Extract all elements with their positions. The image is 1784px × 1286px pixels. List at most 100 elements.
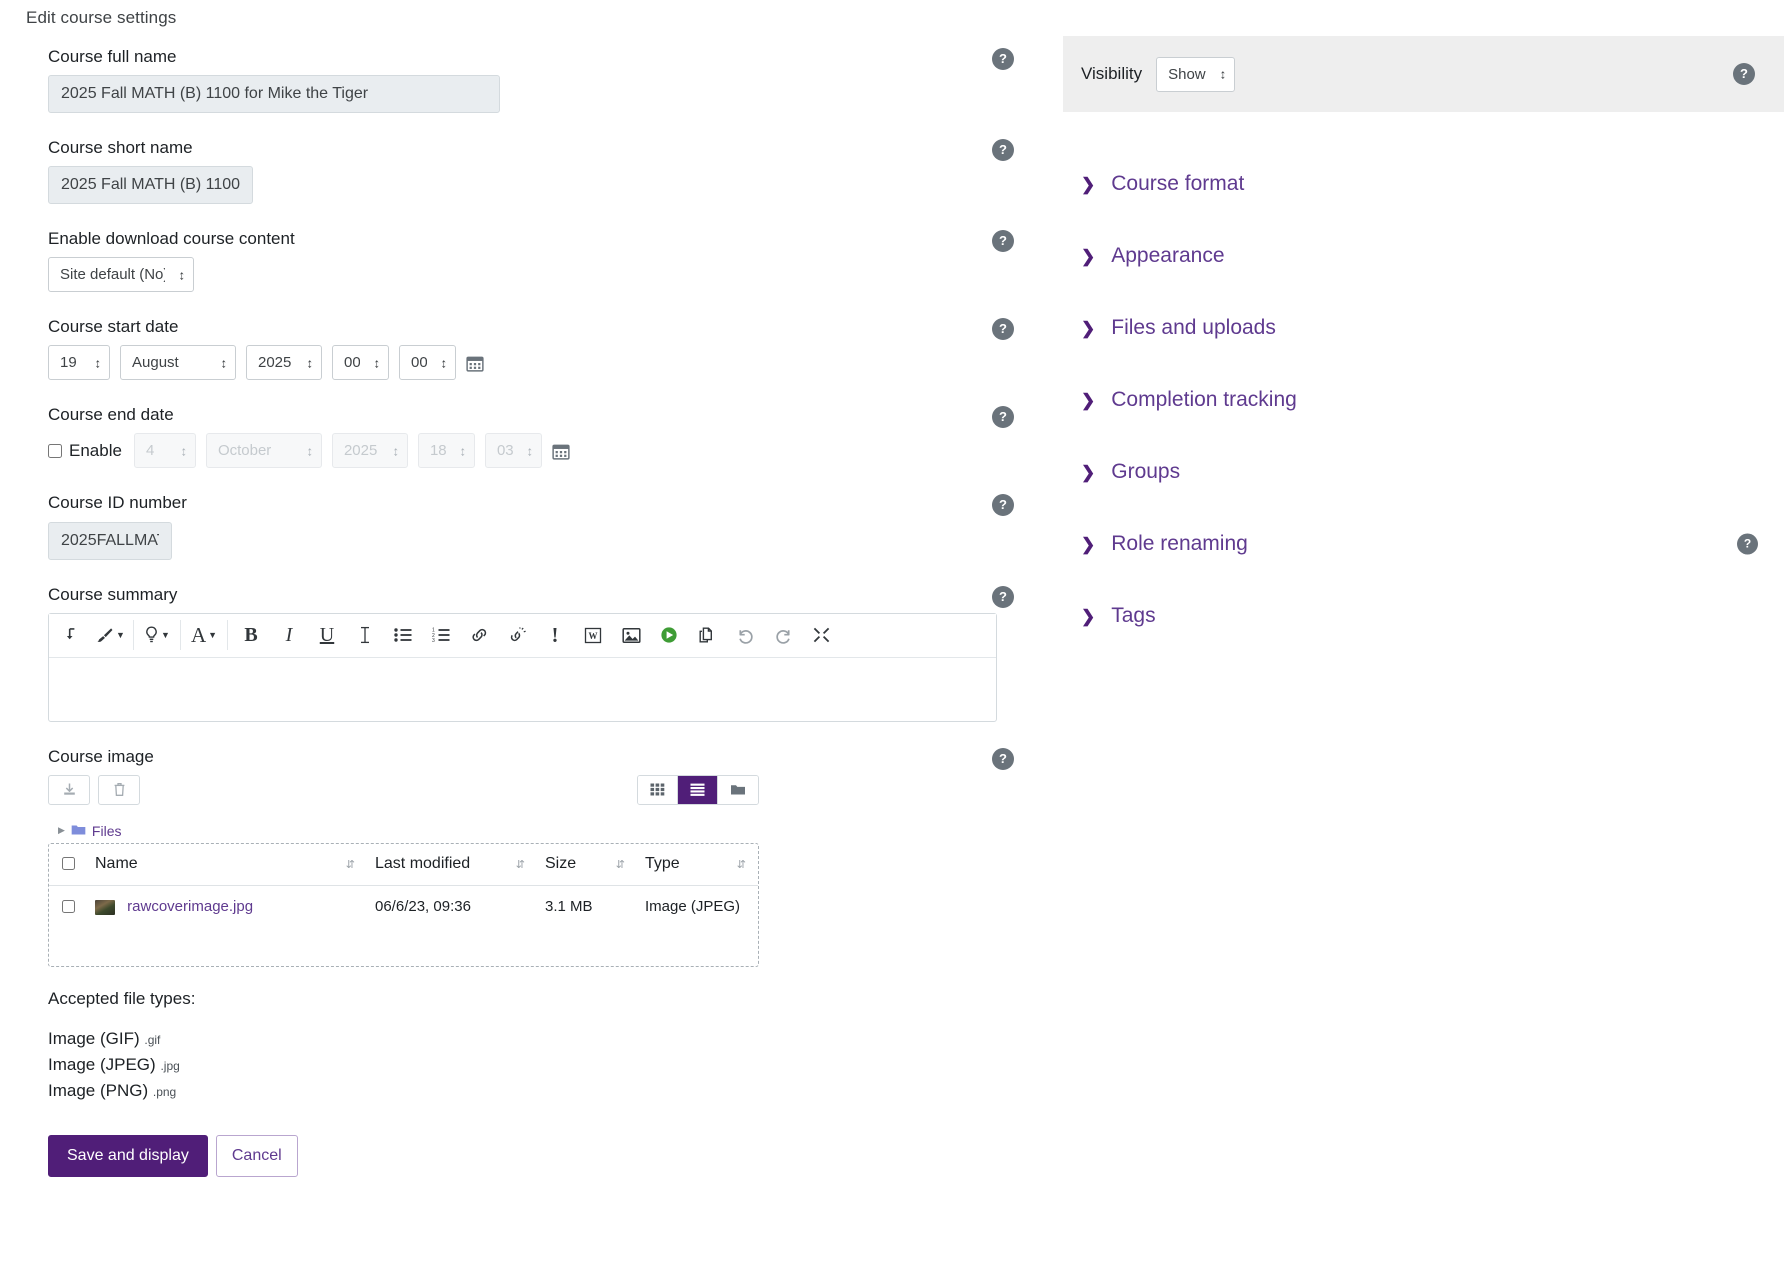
cancel-button[interactable]: Cancel: [215, 1134, 298, 1177]
sort-icon-last-modified[interactable]: ⇵: [516, 858, 525, 871]
sidebar-item-completion-tracking[interactable]: ❯ Completion tracking: [1063, 364, 1784, 436]
course-id-number-input[interactable]: [48, 521, 172, 560]
sort-icon-name[interactable]: ⇵: [346, 858, 355, 871]
end-date-month-select[interactable]: October: [205, 433, 322, 469]
column-header-last-modified[interactable]: Last modified ⇵: [367, 843, 537, 886]
unlink-icon[interactable]: [498, 614, 536, 656]
numbered-list-icon[interactable]: 1 2 3: [422, 614, 460, 656]
insert-media-icon[interactable]: [650, 614, 688, 656]
column-header-size[interactable]: Size ⇵: [537, 843, 637, 886]
column-header-type[interactable]: Type ⇵: [637, 843, 758, 886]
course-summary-label: Course summary: [48, 584, 178, 604]
svg-text:W: W: [589, 631, 598, 641]
breadcrumb-label[interactable]: Files: [92, 823, 122, 839]
sidebar-item-appearance[interactable]: ❯ Appearance: [1063, 220, 1784, 292]
sidebar-item-course-format[interactable]: ❯ Course format: [1063, 148, 1784, 220]
clear-formatting-icon[interactable]: [346, 614, 384, 656]
select-all-checkbox[interactable]: [62, 856, 75, 870]
end-date-day-select[interactable]: 4: [133, 433, 196, 469]
end-date-minute-select[interactable]: 03: [484, 433, 542, 469]
accepted-file-types-title: Accepted file types:: [48, 988, 196, 1008]
help-icon-role-renaming[interactable]: ?: [1737, 533, 1758, 555]
course-full-name-input[interactable]: [48, 75, 500, 114]
manage-files-icon[interactable]: [688, 614, 726, 656]
chevron-right-icon-role-renaming: ❯: [1081, 534, 1096, 554]
important-icon[interactable]: !: [536, 614, 574, 656]
download-course-content-select-wrap: Site default (No): [48, 257, 194, 293]
sidebar-item-files-and-uploads[interactable]: ❯ Files and uploads: [1063, 292, 1784, 364]
chevron-right-icon-tags: ❯: [1081, 606, 1096, 626]
redo-icon[interactable]: [764, 614, 802, 656]
field-course-id-number: Course ID number ?: [0, 492, 1060, 560]
insert-image-icon[interactable]: [612, 614, 650, 656]
fullscreen-icon[interactable]: [802, 614, 840, 656]
font-style-icon[interactable]: A ▼: [185, 614, 223, 656]
sidebar-item-tags[interactable]: ❯ Tags: [1063, 580, 1784, 652]
list-view-button[interactable]: [678, 775, 718, 804]
filemanager-breadcrumb[interactable]: ▶ Files: [48, 823, 1060, 839]
italic-icon[interactable]: I: [270, 614, 308, 656]
visibility-select-wrap: Show: [1156, 56, 1236, 92]
course-short-name-label: Course short name: [48, 138, 193, 158]
course-settings-form: Course full name ? Course short name ? E…: [0, 46, 1060, 1201]
start-date-year-select[interactable]: 2025: [246, 345, 322, 381]
filemanager-dropzone[interactable]: Name ⇵ Last modified ⇵ Size ⇵ Type ⇵ raw…: [48, 842, 759, 967]
course-summary-textarea[interactable]: [49, 657, 996, 716]
undo-icon[interactable]: [726, 614, 764, 656]
sort-icon-size[interactable]: ⇵: [616, 858, 625, 871]
start-date-day-select[interactable]: 19: [48, 345, 110, 381]
start-date-minute-select[interactable]: 00: [399, 345, 456, 381]
collapsible-sections: ❯ Course format ❯ Appearance ❯ Files and…: [1063, 148, 1784, 652]
sidebar-item-role-renaming[interactable]: ❯ Role renaming ?: [1063, 508, 1784, 580]
start-hour-wrap: 00: [332, 345, 389, 381]
help-icon-course-summary[interactable]: ?: [992, 585, 1014, 608]
help-icon-course-short-name[interactable]: ?: [992, 139, 1014, 162]
help-icon-course-image[interactable]: ?: [992, 747, 1014, 770]
start-date-month-select[interactable]: August: [120, 345, 236, 381]
save-and-display-button[interactable]: Save and display: [48, 1134, 208, 1177]
help-icon-course-full-name[interactable]: ?: [992, 48, 1014, 70]
file-type-cell: Image (JPEG): [645, 898, 741, 916]
visibility-select[interactable]: Show: [1156, 56, 1236, 92]
insert-paragraph-icon[interactable]: [53, 614, 91, 656]
delete-files-button[interactable]: [98, 774, 140, 805]
row-select-checkbox[interactable]: [62, 899, 75, 913]
download-course-content-select[interactable]: Site default (No): [48, 257, 194, 293]
chevron-down-icon-font: ▼: [208, 630, 218, 641]
chevron-right-icon-completion-tracking: ❯: [1081, 390, 1096, 410]
bullet-list-icon[interactable]: [384, 614, 422, 656]
bold-icon[interactable]: B: [232, 614, 270, 656]
grid-view-button[interactable]: [638, 775, 678, 804]
file-name-link[interactable]: rawcoverimage.jpg: [127, 898, 253, 915]
course-end-date-enable-checkbox[interactable]: [48, 443, 62, 458]
svg-text:3: 3: [432, 638, 435, 643]
end-minute-wrap: 03: [484, 433, 542, 469]
calendar-icon-end-date[interactable]: [552, 442, 570, 460]
toolbar-separator-1: [133, 620, 134, 651]
field-course-end-date: Course end date Enable 4 October 2025 18: [0, 404, 1060, 469]
end-date-year-select[interactable]: 2025: [331, 433, 408, 469]
underline-icon[interactable]: U: [308, 614, 346, 656]
calendar-icon-start-date[interactable]: [466, 354, 484, 372]
help-icon-visibility[interactable]: ?: [1733, 63, 1755, 85]
field-course-image: Course image ? ▶ Files Name ⇵ Last modif…: [0, 746, 1060, 1177]
link-icon[interactable]: [460, 614, 498, 656]
filemanager-actions: [48, 774, 140, 805]
word-import-icon[interactable]: W: [574, 614, 612, 656]
accessibility-bulb-icon[interactable]: ▼: [138, 614, 176, 656]
toolbar-separator-3: [227, 620, 228, 651]
course-end-date-enable-label[interactable]: Enable: [69, 441, 122, 461]
start-date-hour-select[interactable]: 00: [332, 345, 389, 381]
sort-icon-type[interactable]: ⇵: [737, 858, 746, 871]
sidebar-item-label: Course format: [1111, 172, 1245, 195]
highlight-brush-icon[interactable]: ▼: [91, 614, 129, 656]
column-header-name[interactable]: Name ⇵: [87, 843, 367, 886]
sidebar-item-label: Role renaming: [1111, 532, 1248, 555]
end-year-wrap: 2025: [331, 433, 408, 469]
course-end-date-row: Enable 4 October 2025 18 03: [48, 433, 1060, 469]
tree-view-button[interactable]: [718, 775, 758, 804]
course-short-name-input[interactable]: [48, 166, 253, 205]
download-files-button[interactable]: [48, 774, 90, 805]
end-date-hour-select[interactable]: 18: [417, 433, 475, 469]
sidebar-item-groups[interactable]: ❯ Groups: [1063, 436, 1784, 508]
